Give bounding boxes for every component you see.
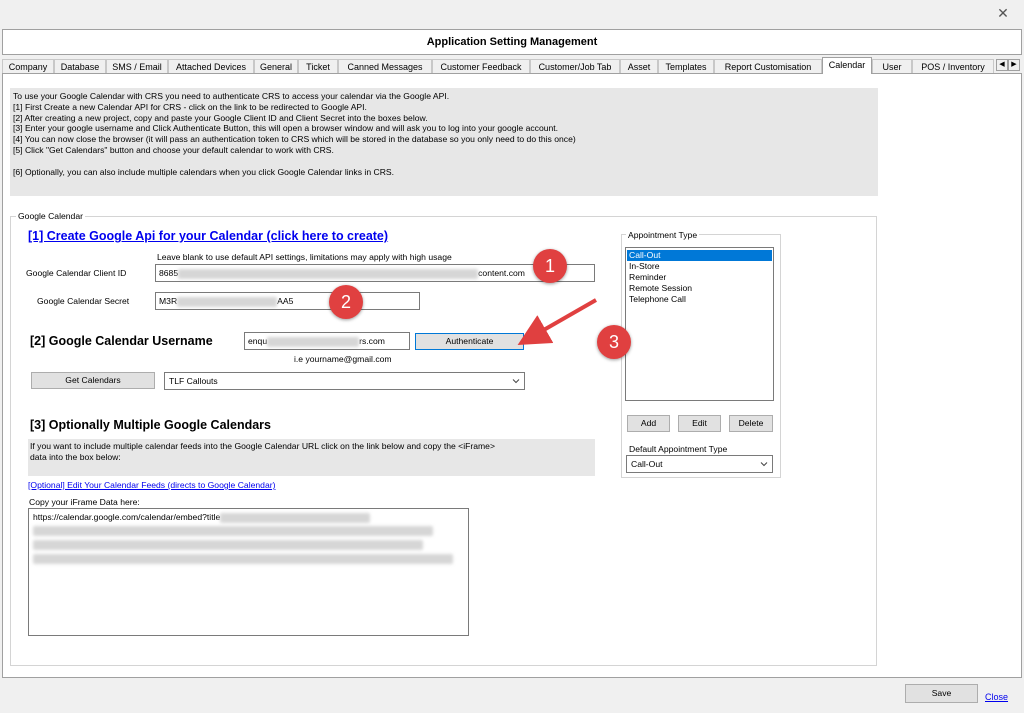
annotation-arrow-layer (517, 298, 597, 345)
annotation-badge-2: 2 (329, 285, 363, 319)
annotation-arrow (517, 298, 597, 345)
tab-calendar[interactable]: Calendar (822, 57, 872, 74)
annotation-badge-1: 1 (533, 249, 567, 283)
annotation-badge-3: 3 (597, 325, 631, 359)
